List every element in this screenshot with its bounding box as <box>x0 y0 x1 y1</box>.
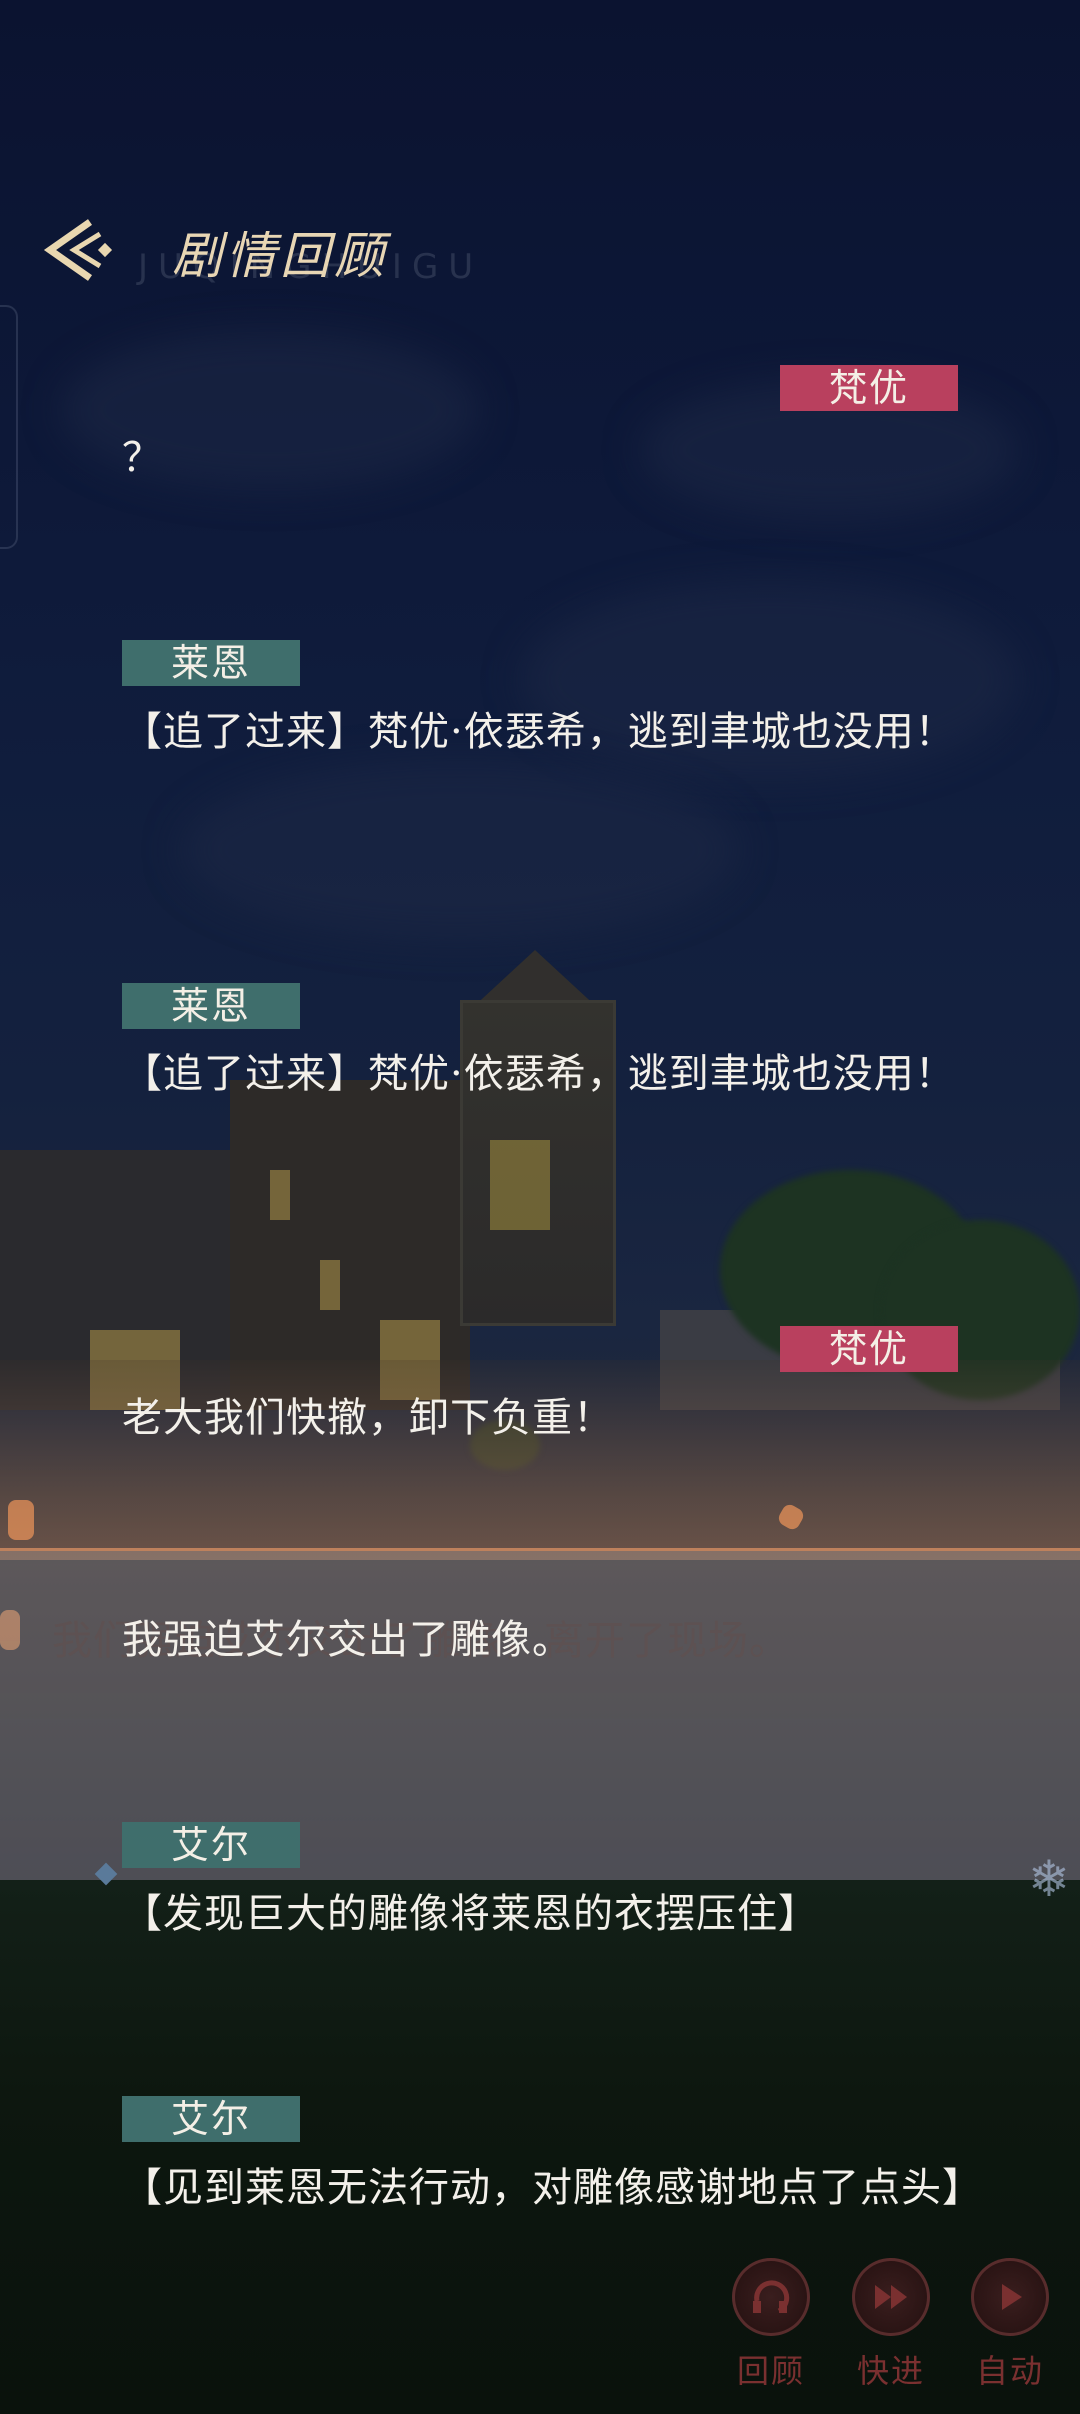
snowflake-icon: ❄ <box>1028 1850 1070 1908</box>
fast-forward-button[interactable] <box>852 2258 930 2336</box>
narration-line: 我强迫艾尔交出了雕像。 <box>122 1617 573 1663</box>
page-title: 剧情回顾 <box>172 227 388 285</box>
back-button[interactable] <box>38 214 122 286</box>
building-window <box>270 1170 290 1220</box>
speaker-tag: 艾尔 <box>122 1822 300 1868</box>
background-scene: 我们强迫艾尔交出了雕像，离开了现场。 ❄ <box>0 0 1080 2414</box>
play-icon <box>1002 2284 1022 2310</box>
review-control[interactable]: 回顾 <box>716 2258 826 2392</box>
lantern-icon <box>8 1500 34 1540</box>
cloud <box>180 760 740 940</box>
review-label: 回顾 <box>736 2352 805 2390</box>
building-window <box>320 1260 340 1310</box>
review-button[interactable] <box>732 2258 810 2336</box>
auto-label: 自动 <box>975 2352 1044 2390</box>
speaker-tag: 梵优 <box>780 1326 958 1372</box>
dialog-line: 【追了过来】梵优·依瑟希，逃到聿城也没用！ <box>122 1051 956 1097</box>
speaker-tag: 梵优 <box>780 365 958 411</box>
auto-button[interactable] <box>971 2258 1049 2336</box>
fast-forward-icon <box>875 2285 907 2309</box>
speaker-tag: 莱恩 <box>122 983 300 1029</box>
review-icon <box>753 2280 790 2314</box>
side-tab[interactable] <box>0 305 18 549</box>
tower-window <box>490 1140 550 1230</box>
dialog-line: 【发现巨大的雕像将莱恩的衣摆压住】 <box>122 1891 819 1937</box>
dialog-line: 老大我们快撤，卸下负重！ <box>122 1395 614 1441</box>
fast-forward-label: 快进 <box>856 2352 925 2390</box>
speaker-tag: 艾尔 <box>122 2096 300 2142</box>
dialog-line: 【追了过来】梵优·依瑟希，逃到聿城也没用！ <box>122 709 956 755</box>
fast-forward-control[interactable]: 快进 <box>836 2258 946 2392</box>
auto-control[interactable]: 自动 <box>955 2258 1065 2392</box>
dialog-line: 【见到莱恩无法行动，对雕像感谢地点了点头】 <box>122 2165 983 2211</box>
speaker-tag: 莱恩 <box>122 640 300 686</box>
dialog-line: ？ <box>122 435 163 481</box>
back-arrow-icon <box>43 219 113 281</box>
